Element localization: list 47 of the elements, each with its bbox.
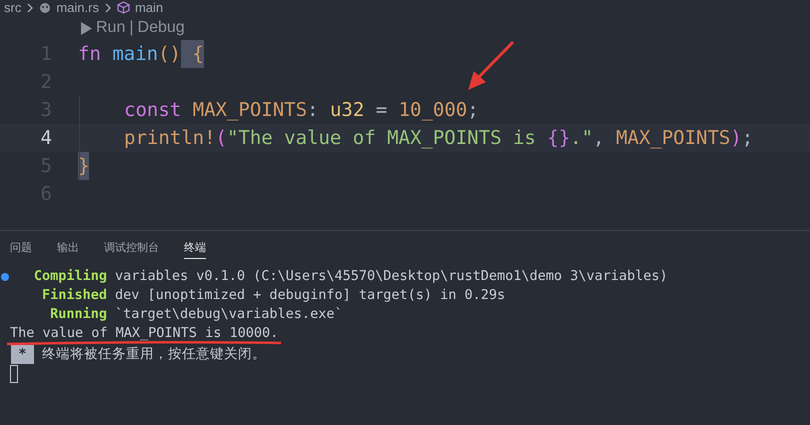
code-token: {: [180, 40, 204, 68]
codelens-link[interactable]: Debug: [138, 16, 185, 40]
separator: |: [129, 18, 134, 38]
code-token: 10_000: [398, 98, 468, 123]
code-token: =: [374, 98, 388, 123]
terminal-output: The value of MAX_POINTS is 10000.: [10, 325, 278, 341]
panel-tab[interactable]: 问题: [10, 237, 32, 259]
status-label: Running: [49, 305, 107, 324]
code-token: u32: [328, 98, 364, 123]
breadcrumb-item[interactable]: src: [4, 1, 22, 14]
code-token: ): [730, 126, 742, 151]
file-icon: [39, 2, 52, 14]
terminal-text: dev [unoptimized + debuginfo] target(s) in 0.29s: [115, 286, 506, 305]
status-label: Finished: [40, 286, 107, 305]
terminal-text: 终端将被任务重用，按任意键关闭。: [42, 345, 266, 364]
status-label: Compiling: [32, 267, 107, 286]
code-token: println!: [124, 126, 216, 151]
code-token: (): [158, 42, 181, 67]
breadcrumb-item[interactable]: main: [134, 1, 164, 14]
line-number: 4: [40, 126, 53, 151]
code-token: ,: [593, 126, 604, 151]
terminal-cursor: [10, 365, 18, 383]
breadcrumb-item[interactable]: main.rs: [56, 1, 99, 14]
codelens-link[interactable]: Run: [96, 16, 126, 40]
code-token: MAX_POINTS: [614, 126, 730, 151]
code-token: {}: [547, 126, 570, 151]
code-token: main: [111, 42, 158, 67]
cube-icon: [116, 1, 130, 14]
panel-tab[interactable]: 终端: [184, 237, 206, 259]
code-token: fn: [78, 42, 101, 67]
code-token: :: [307, 98, 318, 123]
panel-tab[interactable]: 输出: [57, 237, 79, 259]
code-token: "The value of MAX_POINTS is: [226, 126, 537, 151]
chevron-icon: [26, 2, 34, 12]
terminal-text: `target\debug\variables.exe`: [115, 305, 343, 324]
code-token: ;: [742, 126, 754, 151]
code-token: (: [216, 126, 227, 151]
code-token: .": [570, 126, 594, 151]
annotation-arrow: [466, 40, 516, 92]
code-token: ;: [467, 98, 479, 123]
panel-tab[interactable]: 调试控制台: [104, 237, 159, 259]
play-icon: [80, 22, 92, 34]
code-token: MAX_POINTS: [192, 98, 308, 123]
chevron-icon: [104, 2, 112, 12]
notice-marker: *: [11, 345, 34, 364]
terminal-text: variables v0.1.0 (C:\Users\45570\Desktop\rustDemo1\demo 3\variables): [115, 267, 668, 286]
code-token: const: [124, 98, 182, 123]
